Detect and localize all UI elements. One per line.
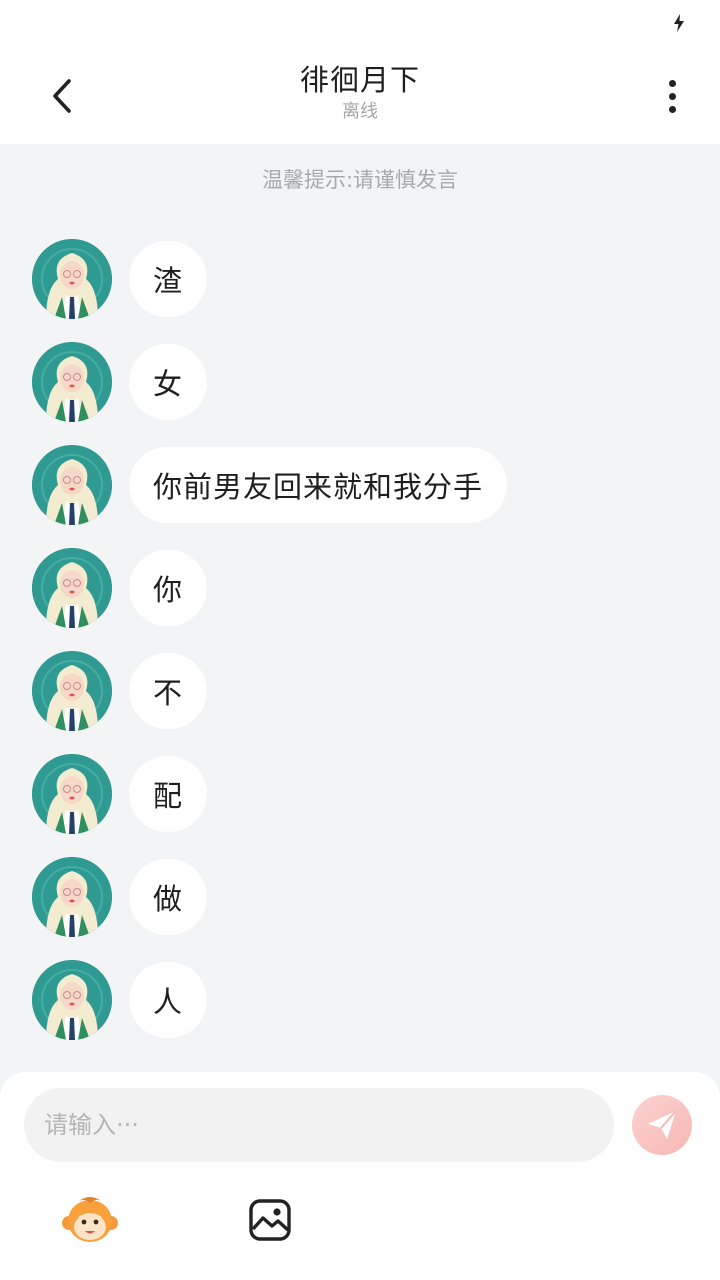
avatar[interactable] <box>32 651 112 731</box>
message-row: 不 <box>32 651 208 731</box>
avatar[interactable] <box>32 239 112 319</box>
avatar-portrait <box>32 548 112 628</box>
avatar[interactable] <box>32 548 112 628</box>
send-button[interactable] <box>632 1095 692 1155</box>
avatar-portrait <box>32 445 112 525</box>
message-bubble[interactable]: 不 <box>129 653 208 729</box>
message-bubble[interactable]: 你 <box>129 550 208 626</box>
avatar[interactable] <box>32 342 112 422</box>
title-block: 徘徊月下 离线 <box>160 62 560 124</box>
avatar-portrait <box>32 960 112 1040</box>
message-row: 你 <box>32 548 208 628</box>
avatar[interactable] <box>32 960 112 1040</box>
message-row: 你前男友回来就和我分手 <box>32 445 508 525</box>
more-dot <box>668 92 676 100</box>
back-button[interactable] <box>36 72 88 120</box>
more-dot <box>668 105 676 113</box>
message-bubble[interactable]: 做 <box>129 859 208 935</box>
avatar-portrait <box>32 754 112 834</box>
status-bar <box>0 0 720 48</box>
more-options-button[interactable] <box>650 74 694 118</box>
chat-header: 徘徊月下 离线 <box>0 48 720 144</box>
chevron-left-icon <box>53 79 71 113</box>
more-vertical-icon <box>668 79 676 87</box>
sticker-button[interactable] <box>60 1192 120 1248</box>
composer <box>0 1072 720 1280</box>
monkey-face-icon <box>62 1197 118 1242</box>
message-row: 渣 <box>32 239 208 319</box>
chat-title: 徘徊月下 <box>299 63 420 97</box>
warning-notice: 温馨提示:请谨慎发言 <box>261 168 459 192</box>
message-row: 女 <box>32 342 208 422</box>
image-icon <box>249 1199 291 1241</box>
lightning-bolt-icon <box>674 14 684 32</box>
message-row: 人 <box>32 960 208 1040</box>
message-bubble[interactable]: 人 <box>129 962 208 1038</box>
paper-plane-icon <box>648 1110 677 1139</box>
message-bubble[interactable]: 你前男友回来就和我分手 <box>129 447 508 523</box>
avatar-portrait <box>32 239 112 319</box>
avatar[interactable] <box>32 445 112 525</box>
message-bubble[interactable]: 配 <box>129 756 208 832</box>
message-bubble[interactable]: 渣 <box>129 241 208 317</box>
message-row: 做 <box>32 857 208 937</box>
message-row: 配 <box>32 754 208 834</box>
avatar[interactable] <box>32 754 112 834</box>
avatar[interactable] <box>32 857 112 937</box>
avatar-portrait <box>32 342 112 422</box>
avatar-portrait <box>32 651 112 731</box>
message-input[interactable] <box>24 1088 614 1162</box>
avatar-portrait <box>32 857 112 937</box>
message-bubble[interactable]: 女 <box>129 344 208 420</box>
image-button[interactable] <box>240 1192 300 1248</box>
online-status: 离线 <box>342 101 378 122</box>
